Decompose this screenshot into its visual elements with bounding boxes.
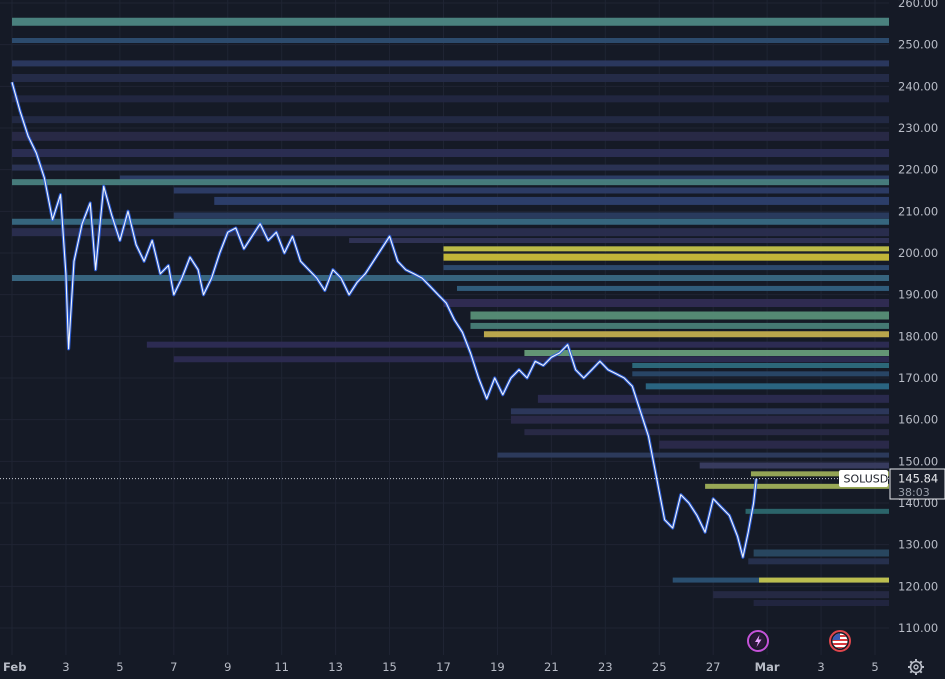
x-tick-label: 25 bbox=[652, 660, 667, 674]
price-chart[interactable]: 110.00120.00130.00140.00150.00160.00170.… bbox=[0, 0, 945, 679]
x-tick-label: 11 bbox=[274, 660, 289, 674]
liquidity-level bbox=[12, 131, 889, 141]
bar-countdown: 38:03 bbox=[898, 486, 930, 499]
x-tick-label: 21 bbox=[544, 660, 559, 674]
last-price-label: 145.84 bbox=[898, 472, 938, 486]
x-tick-label: 5 bbox=[871, 660, 878, 674]
liquidity-level bbox=[497, 452, 889, 458]
y-tick-label: 230.00 bbox=[898, 121, 938, 135]
liquidity-level bbox=[470, 322, 889, 329]
x-tick-label: 7 bbox=[170, 660, 177, 674]
y-tick-label: 150.00 bbox=[898, 454, 938, 468]
liquidity-level bbox=[537, 394, 889, 403]
liquidity-level bbox=[759, 577, 889, 583]
symbol-label: SOLUSD bbox=[844, 473, 889, 486]
liquidity-level bbox=[12, 228, 889, 237]
liquidity-level bbox=[12, 179, 889, 186]
y-tick-label: 130.00 bbox=[898, 538, 938, 552]
liquidity-level bbox=[510, 415, 889, 424]
liquidity-level bbox=[753, 600, 889, 606]
liquidity-level bbox=[349, 238, 889, 243]
liquidity-level bbox=[12, 164, 889, 171]
liquidity-level bbox=[214, 196, 889, 205]
y-tick-label: 160.00 bbox=[898, 413, 938, 427]
liquidity-level bbox=[632, 371, 889, 377]
y-tick-label: 170.00 bbox=[898, 371, 938, 385]
liquidity-level bbox=[748, 558, 889, 565]
us-flag-event-icon[interactable] bbox=[829, 630, 851, 652]
liquidity-level bbox=[12, 60, 889, 67]
liquidity-level bbox=[510, 408, 889, 415]
x-tick-label: 27 bbox=[706, 660, 721, 674]
y-tick-label: 220.00 bbox=[898, 163, 938, 177]
lightning-event-icon[interactable] bbox=[747, 630, 769, 652]
liquidity-level bbox=[470, 311, 889, 320]
symbol-tag: SOLUSD bbox=[839, 470, 888, 487]
x-tick-label: 3 bbox=[62, 660, 69, 674]
liquidity-level bbox=[659, 440, 889, 449]
x-tick-label: Mar bbox=[755, 660, 780, 674]
liquidity-level bbox=[443, 299, 889, 307]
x-tick-label: 5 bbox=[116, 660, 123, 674]
y-tick-label: 200.00 bbox=[898, 246, 938, 260]
liquidity-level bbox=[12, 218, 889, 225]
liquidity-level bbox=[173, 212, 889, 219]
liquidity-level bbox=[645, 383, 889, 390]
liquidity-level bbox=[632, 363, 889, 368]
liquidity-level bbox=[443, 246, 889, 252]
liquidity-level bbox=[713, 591, 889, 599]
price-tag: 145.84 38:03 bbox=[889, 468, 945, 500]
liquidity-level bbox=[12, 116, 889, 124]
y-tick-label: 240.00 bbox=[898, 79, 938, 93]
x-tick-label: 13 bbox=[328, 660, 343, 674]
x-tick-label: 3 bbox=[817, 660, 824, 674]
x-tick-label: 9 bbox=[224, 660, 231, 674]
y-tick-label: 120.00 bbox=[898, 579, 938, 593]
liquidity-level bbox=[173, 187, 889, 194]
x-tick-label: Feb bbox=[3, 660, 26, 674]
liquidity-level bbox=[12, 74, 889, 82]
liquidity-level bbox=[443, 253, 889, 261]
y-tick-label: 210.00 bbox=[898, 204, 938, 218]
y-tick-label: 260.00 bbox=[898, 0, 938, 10]
liquidity-level bbox=[146, 341, 889, 348]
x-tick-label: 17 bbox=[436, 660, 451, 674]
liquidity-level bbox=[12, 275, 889, 281]
liquidity-level bbox=[173, 356, 889, 363]
liquidity-level bbox=[12, 17, 889, 26]
liquidity-level bbox=[12, 149, 889, 157]
liquidity-level bbox=[524, 350, 889, 356]
x-tick-label: 23 bbox=[598, 660, 613, 674]
liquidity-level bbox=[12, 38, 889, 43]
liquidity-level bbox=[483, 331, 889, 338]
y-tick-label: 180.00 bbox=[898, 329, 938, 343]
y-tick-label: 190.00 bbox=[898, 288, 938, 302]
y-tick-label: 110.00 bbox=[898, 621, 938, 635]
y-tick-label: 250.00 bbox=[898, 38, 938, 52]
liquidity-level bbox=[524, 429, 889, 436]
x-tick-label: 19 bbox=[490, 660, 505, 674]
liquidity-level bbox=[745, 508, 889, 514]
liquidity-level bbox=[753, 549, 889, 557]
x-tick-label: 15 bbox=[382, 660, 397, 674]
liquidity-level bbox=[699, 462, 889, 469]
liquidity-level bbox=[12, 95, 889, 103]
liquidity-level bbox=[456, 285, 889, 291]
liquidity-level bbox=[443, 265, 889, 271]
